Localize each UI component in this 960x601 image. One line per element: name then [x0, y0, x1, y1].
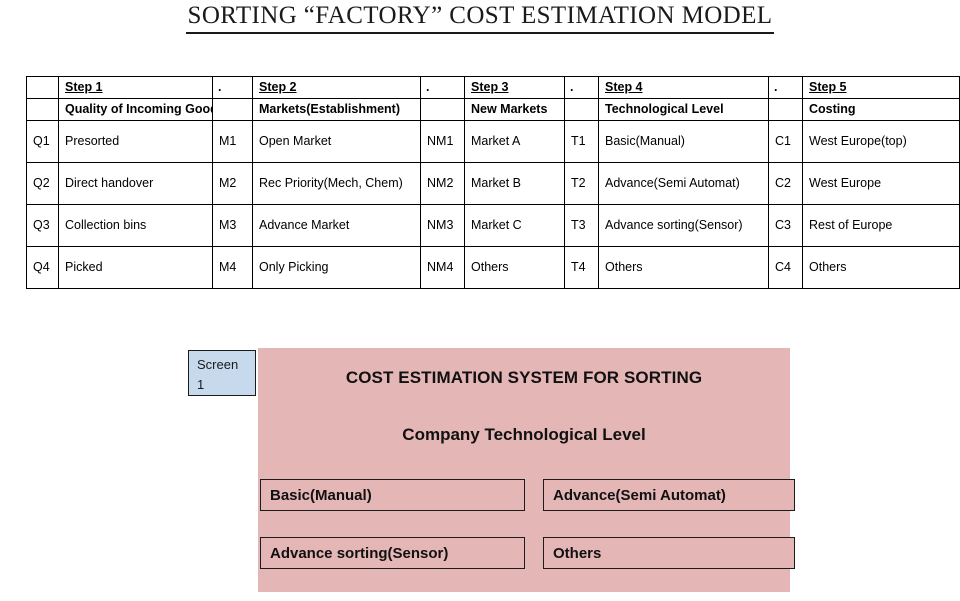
- cell-q-value: Collection bins: [58, 204, 213, 247]
- cell-t-code: T4: [564, 246, 599, 289]
- cell-nm-code: NM4: [420, 246, 465, 289]
- cell-nm-code: NM3: [420, 204, 465, 247]
- header-step-4: Step 4: [598, 76, 769, 99]
- cell-q-code: Q2: [26, 162, 59, 205]
- cell-m-value: Rec Priority(Mech, Chem): [252, 162, 421, 205]
- header-step-2: Step 2: [252, 76, 421, 99]
- option-button-label: Advance sorting(Sensor): [270, 544, 449, 562]
- header-name-2: Markets(Establishment): [252, 98, 421, 121]
- cell-c-value: Others: [802, 246, 960, 289]
- cell-q-value: Presorted: [58, 120, 213, 163]
- cell-c-value: Rest of Europe: [802, 204, 960, 247]
- cell-c-value: West Europe: [802, 162, 960, 205]
- cell-q-code: Q4: [26, 246, 59, 289]
- header-sep-1: .: [212, 76, 253, 99]
- cell-m-code: M4: [212, 246, 253, 289]
- cell-m-code: M2: [212, 162, 253, 205]
- cell-q-value: Direct handover: [58, 162, 213, 205]
- table-row: Q2 Direct handover M2 Rec Priority(Mech,…: [26, 162, 960, 205]
- option-button-label: Basic(Manual): [270, 486, 372, 504]
- cell-nm-value: Market A: [464, 120, 565, 163]
- page-title: SORTING “FACTORY” COST ESTIMATION MODEL: [0, 2, 960, 34]
- cell-c-code: C3: [768, 204, 803, 247]
- header-spacer-q: [26, 76, 59, 99]
- cell-t-value: Advance(Semi Automat): [598, 162, 769, 205]
- cell-c-code: C4: [768, 246, 803, 289]
- screen-tag-line2: 1: [197, 377, 205, 393]
- header-sep-2: .: [420, 76, 465, 99]
- cell-m-value: Advance Market: [252, 204, 421, 247]
- cell-nm-value: Market C: [464, 204, 565, 247]
- header-name-4: Technological Level: [598, 98, 769, 121]
- cell-t-value: Basic(Manual): [598, 120, 769, 163]
- table-header-name-row: Quality of Incoming Goods Markets(Establ…: [26, 98, 960, 121]
- option-button-label: Others: [553, 544, 602, 562]
- header-spacer-q2: [26, 98, 59, 121]
- screen-number-tag: Screen 1: [188, 350, 256, 396]
- cell-m-value: Open Market: [252, 120, 421, 163]
- header-name-sep-2: [420, 98, 465, 121]
- cell-m-value: Only Picking: [252, 246, 421, 289]
- cell-m-code: M1: [212, 120, 253, 163]
- header-step-1: Step 1: [58, 76, 213, 99]
- cell-t-value: Others: [598, 246, 769, 289]
- header-name-1: Quality of Incoming Goods: [58, 98, 213, 121]
- header-step-3: Step 3: [464, 76, 565, 99]
- cell-nm-value: Others: [464, 246, 565, 289]
- cell-c-code: C1: [768, 120, 803, 163]
- header-name-3: New Markets: [464, 98, 565, 121]
- screen-subheading: Company Technological Level: [402, 425, 646, 444]
- cell-t-value: Advance sorting(Sensor): [598, 204, 769, 247]
- table-row: Q3 Collection bins M3 Advance Market NM3…: [26, 204, 960, 247]
- cell-t-code: T1: [564, 120, 599, 163]
- cell-t-code: T3: [564, 204, 599, 247]
- table-row: Q1 Presorted M1 Open Market NM1 Market A…: [26, 120, 960, 163]
- header-sep-3: .: [564, 76, 599, 99]
- cell-c-value: West Europe(top): [802, 120, 960, 163]
- option-button-advance-semi-automat[interactable]: Advance(Semi Automat): [543, 479, 795, 511]
- table-header-step-row: Step 1 . Step 2 . Step 3 . Step 4 . Step…: [26, 76, 960, 99]
- header-name-5: Costing: [802, 98, 960, 121]
- header-name-sep-3: [564, 98, 599, 121]
- page-title-text: SORTING “FACTORY” COST ESTIMATION MODEL: [185, 2, 775, 34]
- cell-t-code: T2: [564, 162, 599, 205]
- option-button-advance-sorting-sensor[interactable]: Advance sorting(Sensor): [260, 537, 525, 569]
- table-row: Q4 Picked M4 Only Picking NM4 Others T4 …: [26, 246, 960, 289]
- cell-q-value: Picked: [58, 246, 213, 289]
- screen-heading: COST ESTIMATION SYSTEM FOR SORTING: [345, 368, 703, 387]
- step-matrix-table: Step 1 . Step 2 . Step 3 . Step 4 . Step…: [26, 76, 960, 289]
- screen-tag-line1: Screen: [197, 357, 239, 372]
- header-step-5: Step 5: [802, 76, 960, 99]
- cell-c-code: C2: [768, 162, 803, 205]
- header-sep-4: .: [768, 76, 803, 99]
- header-name-sep-4: [768, 98, 803, 121]
- cell-q-code: Q1: [26, 120, 59, 163]
- option-button-basic-manual[interactable]: Basic(Manual): [260, 479, 525, 511]
- option-button-label: Advance(Semi Automat): [553, 486, 726, 504]
- cell-nm-code: NM2: [420, 162, 465, 205]
- option-button-others[interactable]: Others: [543, 537, 795, 569]
- cell-m-code: M3: [212, 204, 253, 247]
- cell-q-code: Q3: [26, 204, 59, 247]
- cell-nm-value: Market B: [464, 162, 565, 205]
- header-name-sep-1: [212, 98, 253, 121]
- cell-nm-code: NM1: [420, 120, 465, 163]
